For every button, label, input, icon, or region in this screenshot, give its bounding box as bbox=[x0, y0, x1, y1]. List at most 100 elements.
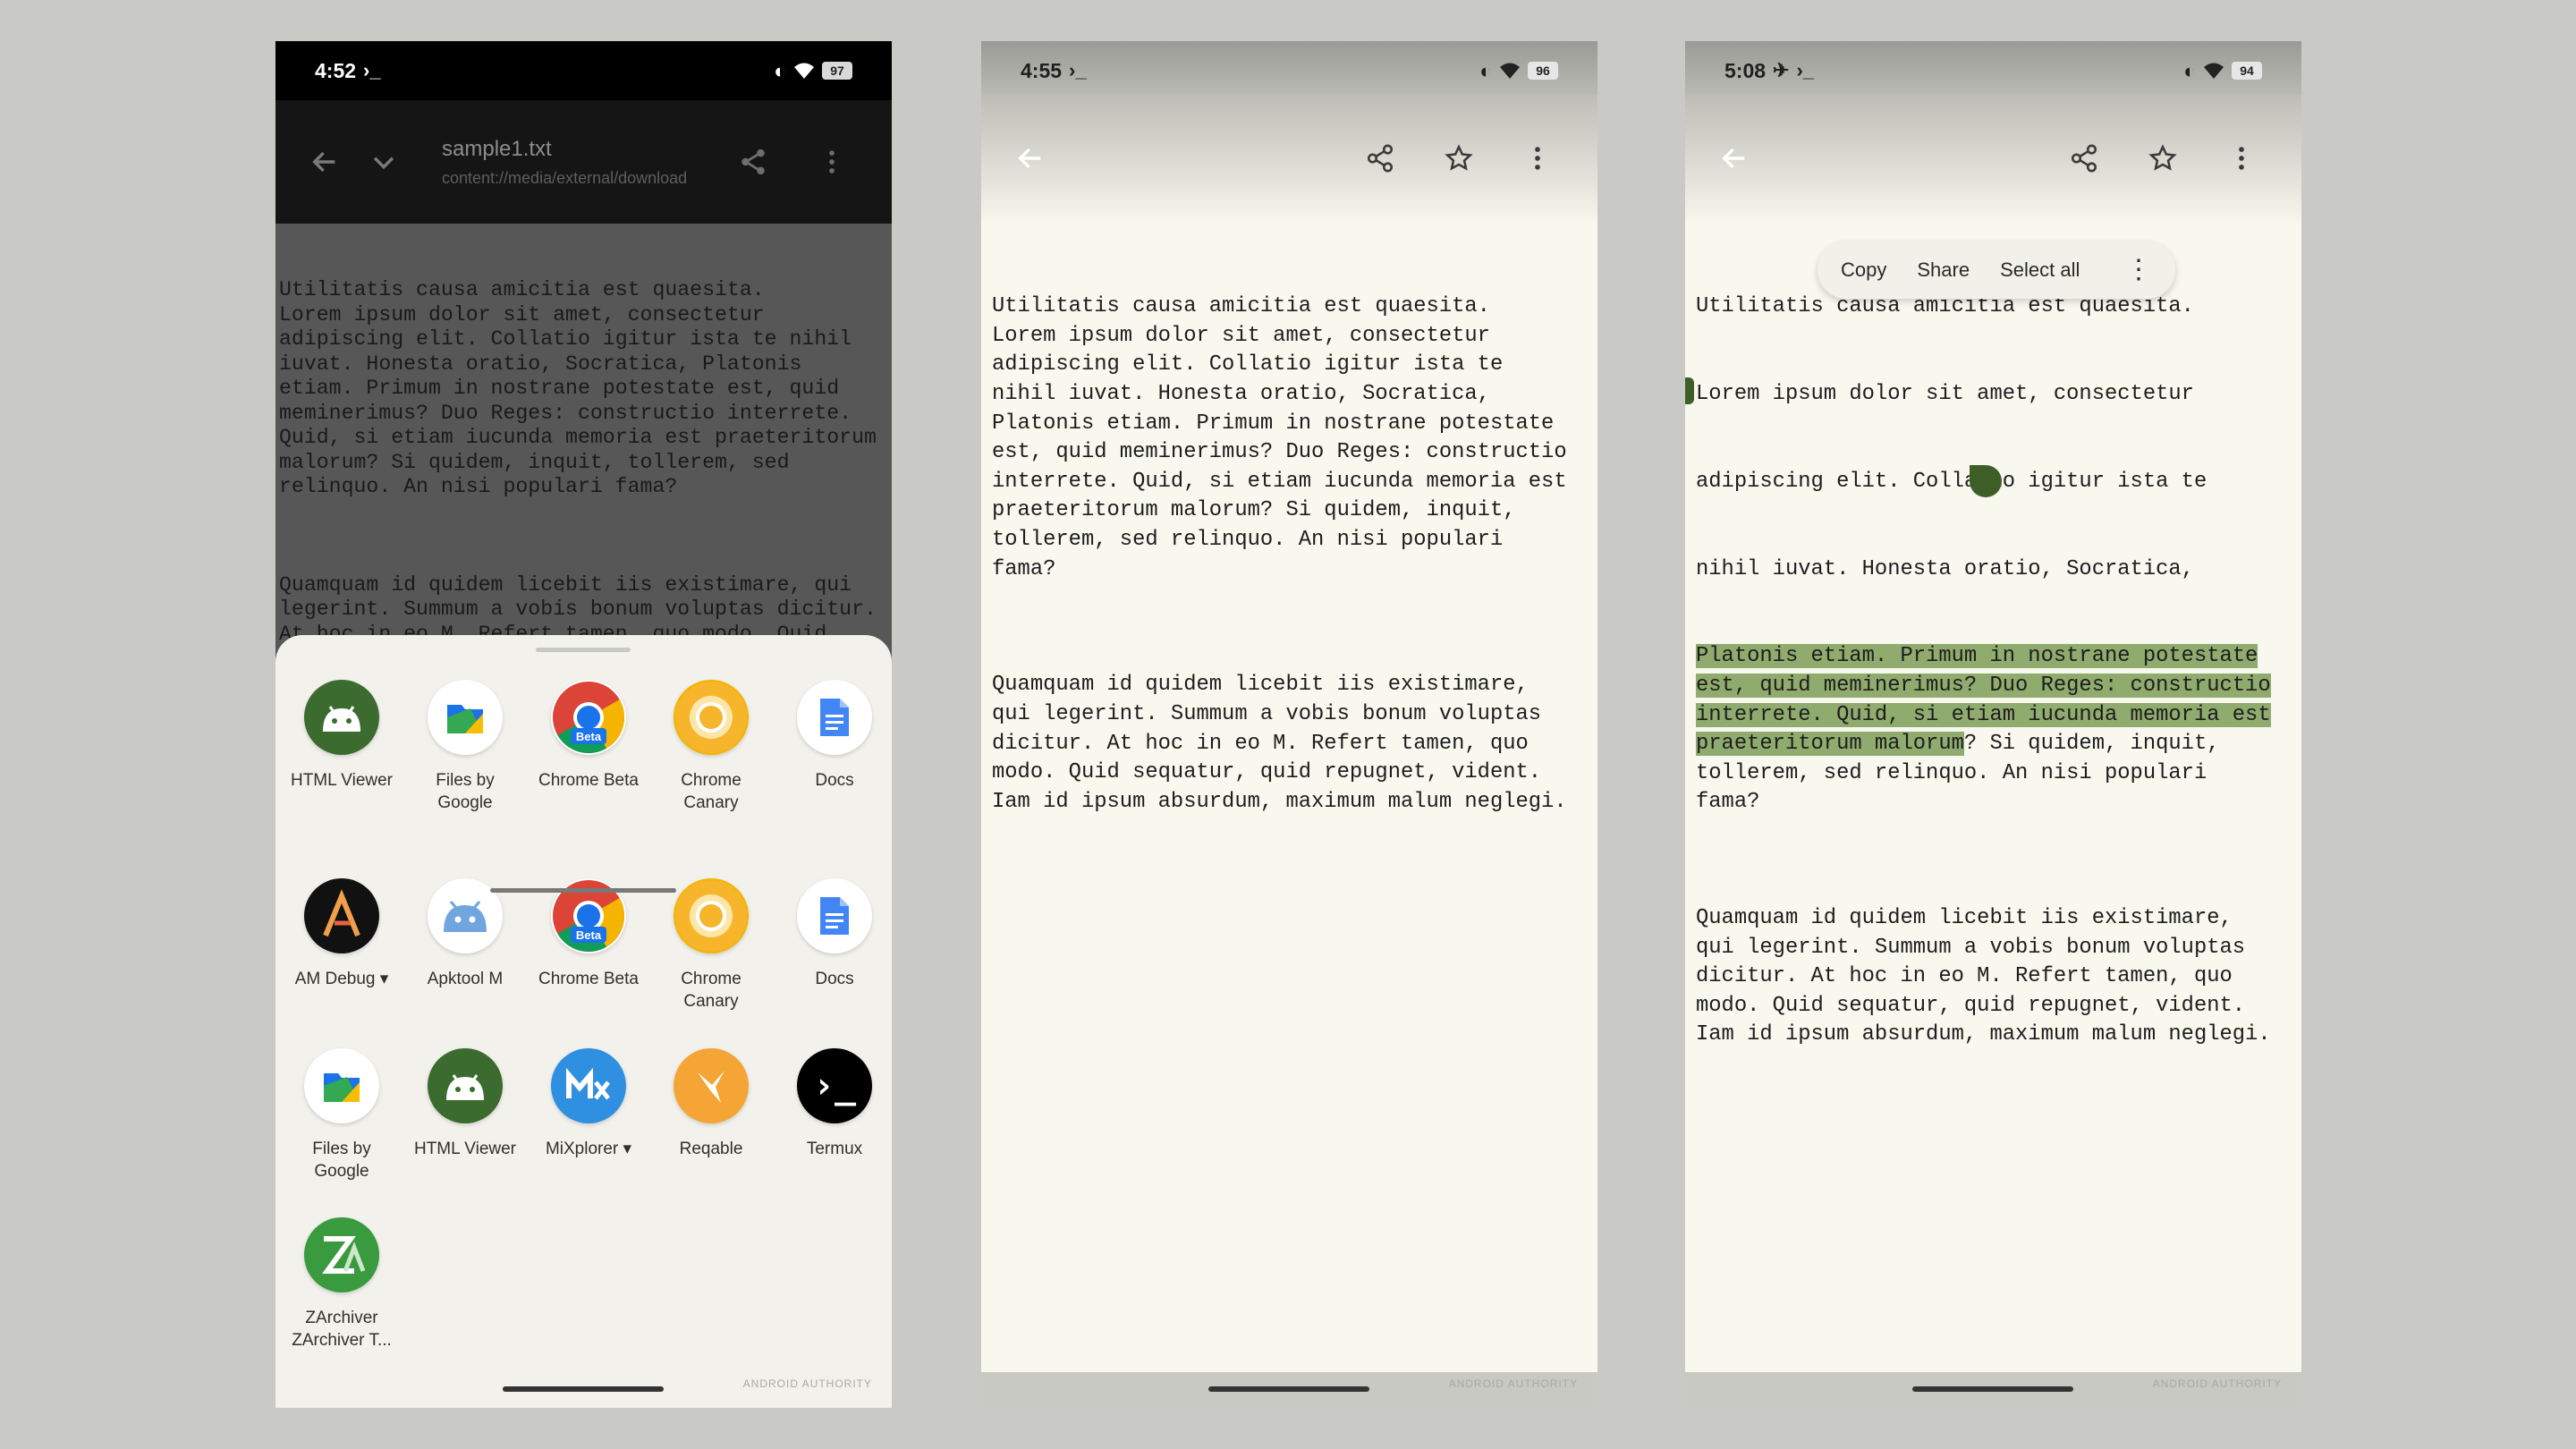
wifi-icon bbox=[794, 63, 814, 79]
am-debug-icon bbox=[304, 878, 379, 953]
star-icon[interactable] bbox=[2139, 134, 2187, 182]
star-icon[interactable] bbox=[1435, 134, 1483, 182]
status-bar: 4:52 ›_ ◐ 97 bbox=[275, 41, 892, 100]
app-label: HTML Viewer bbox=[290, 771, 394, 790]
docs-icon bbox=[797, 680, 872, 755]
vibrate-icon: ◐ bbox=[774, 58, 786, 82]
back-arrow-icon[interactable] bbox=[1006, 134, 1055, 182]
zarchiver-icon bbox=[304, 1217, 379, 1292]
phone-panel-text-selection: 5:08 ✈ ›_ ◐ 94 Utilitatis causa amicitia… bbox=[1685, 41, 2301, 1408]
gesture-nav-bar[interactable] bbox=[1912, 1386, 2073, 1392]
files-icon bbox=[428, 680, 503, 755]
document-text[interactable]: Utilitatis causa amicitia est quaesita. … bbox=[1685, 227, 2301, 1115]
gesture-nav-bar[interactable] bbox=[503, 1386, 664, 1392]
toolbar bbox=[981, 95, 1597, 222]
share-target-android[interactable]: HTML Viewer bbox=[403, 1048, 527, 1160]
android-icon bbox=[304, 680, 379, 755]
paragraph-2: Quamquam id quidem licebit iis existimar… bbox=[1696, 906, 2271, 1047]
share-icon[interactable] bbox=[1356, 134, 1404, 182]
line-2: Lorem ipsum dolor sit amet, consectetur bbox=[1696, 381, 2194, 406]
sheet-divider bbox=[490, 888, 676, 893]
share-target-chrome-beta[interactable]: Beta Chrome Beta bbox=[527, 878, 650, 990]
status-time: 4:55 bbox=[1021, 58, 1063, 82]
back-arrow-icon[interactable] bbox=[1710, 134, 1758, 182]
wifi-icon bbox=[1500, 63, 1520, 79]
watermark: ANDROID AUTHORITY bbox=[742, 1377, 872, 1390]
sheet-drag-handle[interactable] bbox=[536, 648, 631, 652]
app-label: Chrome Canary bbox=[681, 771, 741, 812]
app-label: Chrome Beta bbox=[538, 771, 639, 790]
chrome-beta-icon: Beta bbox=[551, 680, 626, 755]
app-label: Files by Google bbox=[312, 1140, 371, 1181]
termux-status-icon: ›_ bbox=[1069, 59, 1087, 81]
phone-panel-share-sheet: 4:52 ›_ ◐ 97 sample1.txt content://media… bbox=[275, 41, 892, 1408]
text-selection-toolbar: Copy Share Select all ⋮ bbox=[1818, 242, 2175, 299]
app-label: ZArchiver ZArchiver T... bbox=[292, 1309, 392, 1350]
app-label: HTML Viewer bbox=[413, 1140, 517, 1158]
vibrate-icon: ◐ bbox=[2183, 58, 2196, 82]
toolbar-title-block: sample1.txt content://media/external/dow… bbox=[442, 137, 687, 188]
more-vert-icon[interactable]: ⋮ bbox=[2125, 257, 2152, 284]
selection-end-handle[interactable] bbox=[1970, 465, 2002, 497]
file-title: sample1.txt bbox=[442, 136, 552, 161]
share-target-docs[interactable]: Docs bbox=[773, 878, 892, 990]
phone-panel-text-view: 4:55 ›_ ◐ 96 Utilitatis causa amicitia e… bbox=[981, 41, 1597, 1408]
app-label: Files by Google bbox=[436, 771, 495, 812]
watermark: ANDROID AUTHORITY bbox=[2152, 1377, 2282, 1390]
share-target-chrome-canary[interactable]: Chrome Canary bbox=[649, 680, 773, 814]
share-target-zarchiver[interactable]: ZArchiver ZArchiver T... bbox=[280, 1217, 403, 1352]
app-label: Chrome Beta bbox=[538, 970, 639, 988]
chrome-canary-icon bbox=[674, 680, 749, 755]
paragraph-1: Utilitatis causa amicitia est quaesita. … bbox=[992, 294, 1567, 581]
selection-start-handle[interactable] bbox=[1685, 377, 1694, 404]
line-4: nihil iuvat. Honesta oratio, Socratica, bbox=[1696, 556, 2194, 581]
app-label: MiXplorer ▾ bbox=[545, 1140, 632, 1158]
share-target-reqable[interactable]: Reqable bbox=[649, 1048, 773, 1160]
app-label: Docs bbox=[815, 970, 854, 988]
app-label: Chrome Canary bbox=[681, 970, 741, 1011]
share-button[interactable]: Share bbox=[1917, 258, 1970, 282]
app-label: Reqable bbox=[679, 1140, 743, 1158]
share-target-android[interactable]: HTML Viewer bbox=[280, 680, 403, 792]
app-label: Termux bbox=[806, 1140, 863, 1158]
svg-text:Beta: Beta bbox=[576, 730, 602, 743]
more-vert-icon[interactable] bbox=[808, 138, 856, 186]
share-icon[interactable] bbox=[2060, 134, 2108, 182]
more-vert-icon[interactable] bbox=[2217, 134, 2266, 182]
battery-icon: 96 bbox=[1528, 62, 1558, 80]
status-bar: 4:55 ›_ ◐ 96 bbox=[981, 41, 1597, 100]
share-target-chrome-canary[interactable]: Chrome Canary bbox=[649, 878, 773, 1013]
share-sheet: HTML Viewer Files by Google Beta Chrome Bet… bbox=[275, 635, 892, 1408]
files-icon bbox=[304, 1048, 379, 1123]
share-target-mixplorer[interactable]: MiXplorer ▾ bbox=[527, 1048, 650, 1160]
share-target-files[interactable]: Files by Google bbox=[280, 1048, 403, 1182]
wifi-icon bbox=[2204, 63, 2224, 79]
share-target-apktool[interactable]: Apktool M bbox=[403, 878, 527, 990]
paragraph-2: Quamquam id quidem licebit iis existimar… bbox=[992, 673, 1567, 814]
termux-status-icon: ›_ bbox=[363, 59, 381, 81]
more-vert-icon[interactable] bbox=[1513, 134, 1562, 182]
status-time: 4:52 bbox=[315, 58, 357, 82]
document-text: Utilitatis causa amicitia est quaesita. … bbox=[275, 224, 892, 695]
share-target-termux[interactable]: ›_ Termux bbox=[773, 1048, 892, 1160]
share-target-am-debug[interactable]: AM Debug ▾ bbox=[280, 878, 403, 990]
status-time: 5:08 bbox=[1724, 58, 1767, 82]
battery-icon: 94 bbox=[2232, 62, 2262, 80]
gesture-nav-bar[interactable] bbox=[1208, 1386, 1369, 1392]
share-icon[interactable] bbox=[729, 138, 777, 186]
select-all-button[interactable]: Select all bbox=[2000, 258, 2080, 282]
document-text[interactable]: Utilitatis causa amicitia est quaesita. … bbox=[981, 227, 1597, 882]
app-label: Apktool M bbox=[427, 970, 504, 988]
watermark: ANDROID AUTHORITY bbox=[1448, 1377, 1578, 1390]
battery-icon: 97 bbox=[822, 62, 852, 80]
share-target-docs[interactable]: Docs bbox=[773, 680, 892, 792]
back-arrow-icon[interactable] bbox=[301, 138, 349, 186]
share-target-chrome-beta[interactable]: Beta Chrome Beta bbox=[527, 680, 650, 792]
status-bar: 5:08 ✈ ›_ ◐ 94 bbox=[1685, 41, 2301, 100]
reqable-icon bbox=[674, 1048, 749, 1123]
chevron-down-icon[interactable] bbox=[360, 138, 408, 186]
android-icon bbox=[428, 1048, 503, 1123]
share-target-files[interactable]: Files by Google bbox=[403, 680, 527, 814]
toolbar: sample1.txt content://media/external/dow… bbox=[275, 100, 892, 224]
copy-button[interactable]: Copy bbox=[1841, 258, 1886, 282]
